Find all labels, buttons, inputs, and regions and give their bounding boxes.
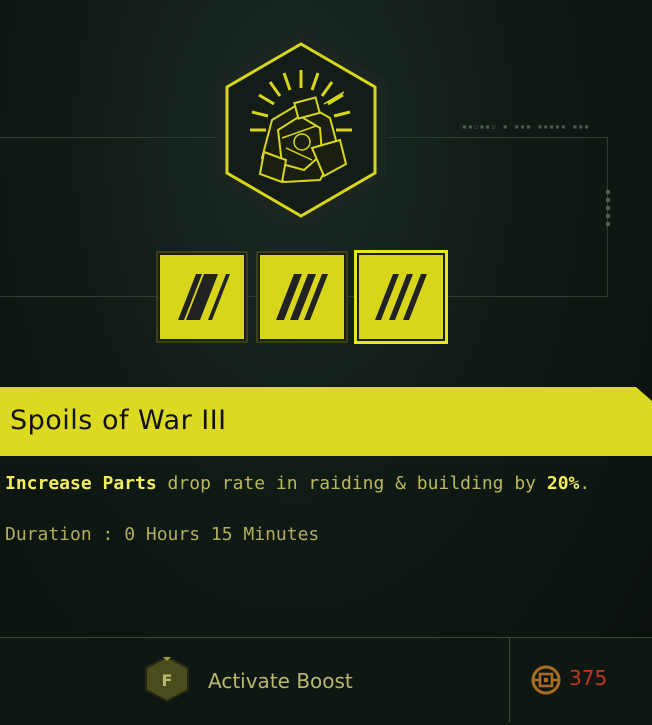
description-period: . [579, 473, 591, 494]
cost-value: 375 [569, 666, 608, 690]
tier-3-stripes-icon [375, 274, 427, 320]
description-highlight-resource: Increase Parts [5, 473, 157, 494]
tier-2-button[interactable] [258, 253, 346, 341]
f-key-icon: F [145, 656, 189, 702]
hud-line-top [0, 137, 215, 138]
tier-3-button[interactable] [357, 253, 445, 341]
boost-title: Spoils of War III [10, 405, 227, 436]
hud-line-top-right [388, 137, 608, 138]
title-banner: Spoils of War III [0, 387, 652, 456]
description-highlight-percent: 20% [546, 473, 580, 494]
parts-currency-icon [531, 665, 561, 695]
footer-divider [509, 638, 510, 722]
activate-boost-label: Activate Boost [208, 669, 353, 693]
tier-1-stripes-icon [178, 274, 230, 320]
tier-2-stripes-icon [276, 274, 328, 320]
activate-boost-button[interactable]: F Activate Boost [130, 644, 390, 716]
footer-bar: F Activate Boost 375 [0, 637, 652, 725]
hud-tick-marks [606, 190, 610, 230]
description-text: drop rate in raiding & building by [156, 473, 547, 494]
hud-decor-glyphs: ▪▪▫▪▪▫ ▪ ▪▪▪ ▪▪▪▪▪ ▪▪▪ [462, 122, 590, 131]
spoils-of-war-emblem-icon [216, 32, 386, 228]
boost-description: Increase Parts drop rate in raiding & bu… [5, 473, 590, 494]
boost-duration: Duration : 0 Hours 15 Minutes [5, 524, 320, 545]
tier-1-button[interactable] [158, 253, 246, 341]
f-key-label: F [162, 671, 173, 690]
